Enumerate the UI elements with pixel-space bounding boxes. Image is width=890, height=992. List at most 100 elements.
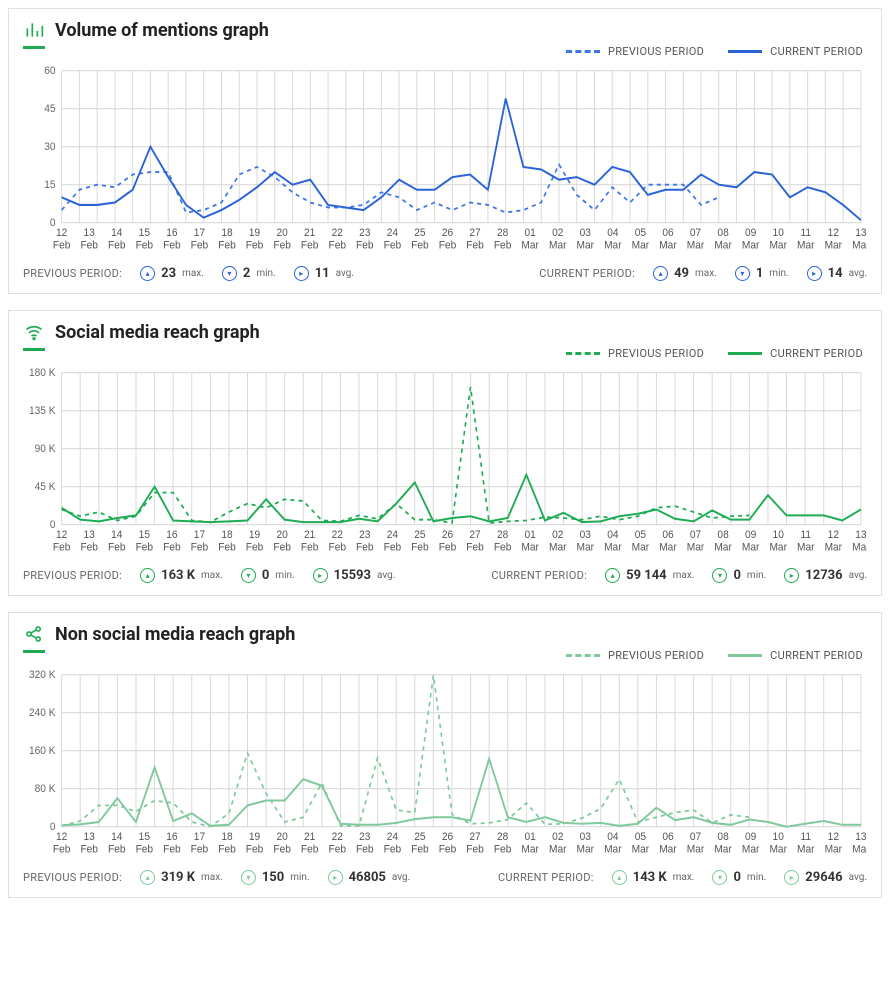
chart-plot[interactable]: .gl{stroke:#dcdcdc;stroke-width:1}.axis … bbox=[23, 366, 867, 556]
svg-text:Feb: Feb bbox=[411, 541, 429, 554]
svg-text:Feb: Feb bbox=[466, 843, 484, 856]
svg-text:Mar: Mar bbox=[687, 843, 705, 856]
svg-text:80 K: 80 K bbox=[35, 783, 56, 796]
svg-text:13: 13 bbox=[855, 227, 866, 240]
svg-text:Feb: Feb bbox=[163, 843, 181, 856]
stat-min: ▾2min. bbox=[222, 266, 276, 281]
svg-text:Feb: Feb bbox=[218, 843, 236, 856]
legend-swatch-curr bbox=[728, 50, 762, 53]
svg-text:Feb: Feb bbox=[246, 541, 264, 554]
svg-text:Mar: Mar bbox=[659, 239, 677, 252]
svg-text:02: 02 bbox=[552, 227, 563, 240]
svg-text:Mar: Mar bbox=[659, 541, 677, 554]
svg-text:Mar: Mar bbox=[687, 541, 705, 554]
stat-avg: ▸46805avg. bbox=[328, 870, 411, 885]
svg-text:28: 28 bbox=[497, 529, 508, 542]
stats-group: CURRENT PERIOD: ▴49max. ▾1min. ▸14avg. bbox=[539, 266, 867, 281]
svg-text:Mar: Mar bbox=[632, 541, 650, 554]
legend-label-curr: CURRENT PERIOD bbox=[770, 649, 863, 662]
svg-text:Feb: Feb bbox=[53, 239, 71, 252]
svg-text:Feb: Feb bbox=[108, 541, 126, 554]
svg-text:Mar: Mar bbox=[659, 843, 677, 856]
svg-text:Mar: Mar bbox=[604, 541, 622, 554]
svg-text:11: 11 bbox=[801, 227, 812, 240]
svg-text:08: 08 bbox=[717, 529, 728, 542]
svg-text:160 K: 160 K bbox=[29, 745, 56, 758]
svg-text:21: 21 bbox=[304, 227, 315, 240]
svg-text:Mar: Mar bbox=[852, 541, 867, 554]
svg-text:15: 15 bbox=[139, 227, 150, 240]
svg-text:Feb: Feb bbox=[328, 541, 346, 554]
svg-text:24: 24 bbox=[387, 529, 398, 542]
svg-text:09: 09 bbox=[745, 831, 756, 844]
svg-text:Feb: Feb bbox=[53, 843, 71, 856]
chart-panel-nonsocial: Non social media reach graph PREVIOUS PE… bbox=[8, 612, 882, 898]
stats-group: PREVIOUS PERIOD: ▴163 Kmax. ▾0min. ▸1559… bbox=[23, 568, 395, 583]
svg-text:Feb: Feb bbox=[301, 843, 319, 856]
svg-text:Feb: Feb bbox=[80, 239, 98, 252]
svg-text:Feb: Feb bbox=[439, 541, 457, 554]
svg-text:10: 10 bbox=[773, 227, 784, 240]
svg-text:17: 17 bbox=[194, 227, 205, 240]
svg-text:23: 23 bbox=[359, 529, 370, 542]
svg-text:Mar: Mar bbox=[825, 843, 843, 856]
legend: PREVIOUS PERIOD CURRENT PERIOD bbox=[23, 649, 863, 662]
svg-text:60: 60 bbox=[44, 65, 55, 78]
stat-avg: ▸29646avg. bbox=[784, 870, 867, 885]
svg-text:0: 0 bbox=[50, 217, 56, 230]
svg-text:Mar: Mar bbox=[604, 843, 622, 856]
svg-text:13: 13 bbox=[84, 227, 95, 240]
chart-plot[interactable]: .gl{stroke:#dcdcdc;stroke-width:1}.axis … bbox=[23, 64, 867, 254]
legend-current: CURRENT PERIOD bbox=[728, 347, 863, 360]
svg-text:07: 07 bbox=[690, 831, 701, 844]
svg-text:Mar: Mar bbox=[769, 541, 787, 554]
panel-title: Non social media reach graph bbox=[55, 624, 295, 645]
svg-text:26: 26 bbox=[442, 227, 453, 240]
svg-text:21: 21 bbox=[304, 831, 315, 844]
svg-text:Feb: Feb bbox=[246, 239, 264, 252]
svg-text:Mar: Mar bbox=[797, 843, 815, 856]
svg-text:22: 22 bbox=[332, 529, 343, 542]
svg-text:Feb: Feb bbox=[80, 843, 98, 856]
svg-text:26: 26 bbox=[442, 529, 453, 542]
svg-text:Mar: Mar bbox=[797, 239, 815, 252]
stat-max: ▴59 144max. bbox=[605, 568, 694, 583]
svg-text:Feb: Feb bbox=[356, 541, 374, 554]
svg-text:10: 10 bbox=[773, 529, 784, 542]
svg-text:Feb: Feb bbox=[439, 239, 457, 252]
svg-text:Feb: Feb bbox=[384, 239, 402, 252]
legend-previous: PREVIOUS PERIOD bbox=[566, 649, 704, 662]
svg-text:Mar: Mar bbox=[577, 239, 595, 252]
svg-text:07: 07 bbox=[690, 227, 701, 240]
svg-text:12: 12 bbox=[56, 529, 67, 542]
stats-period-label: PREVIOUS PERIOD: bbox=[23, 569, 122, 582]
svg-text:Mar: Mar bbox=[797, 541, 815, 554]
svg-text:Feb: Feb bbox=[273, 843, 291, 856]
svg-text:10: 10 bbox=[773, 831, 784, 844]
svg-text:19: 19 bbox=[249, 831, 260, 844]
svg-text:19: 19 bbox=[249, 227, 260, 240]
svg-text:24: 24 bbox=[387, 831, 398, 844]
chart-panel-social: Social media reach graph PREVIOUS PERIOD… bbox=[8, 310, 882, 596]
svg-text:03: 03 bbox=[580, 831, 591, 844]
svg-text:27: 27 bbox=[469, 529, 480, 542]
svg-text:Mar: Mar bbox=[714, 541, 732, 554]
svg-text:Mar: Mar bbox=[852, 843, 867, 856]
chart-plot[interactable]: .gl{stroke:#dcdcdc;stroke-width:1}.axis … bbox=[23, 668, 867, 858]
svg-text:Mar: Mar bbox=[742, 239, 760, 252]
svg-text:23: 23 bbox=[359, 227, 370, 240]
share-icon bbox=[23, 623, 45, 645]
svg-text:Feb: Feb bbox=[246, 843, 264, 856]
svg-text:28: 28 bbox=[497, 831, 508, 844]
svg-text:06: 06 bbox=[662, 831, 673, 844]
legend-label-prev: PREVIOUS PERIOD bbox=[608, 649, 704, 662]
svg-text:12: 12 bbox=[56, 831, 67, 844]
svg-text:01: 01 bbox=[525, 529, 536, 542]
svg-text:Feb: Feb bbox=[356, 843, 374, 856]
svg-text:03: 03 bbox=[580, 227, 591, 240]
svg-text:11: 11 bbox=[801, 529, 812, 542]
svg-text:02: 02 bbox=[552, 529, 563, 542]
svg-text:Feb: Feb bbox=[494, 843, 512, 856]
svg-text:Mar: Mar bbox=[632, 239, 650, 252]
svg-text:Mar: Mar bbox=[825, 541, 843, 554]
